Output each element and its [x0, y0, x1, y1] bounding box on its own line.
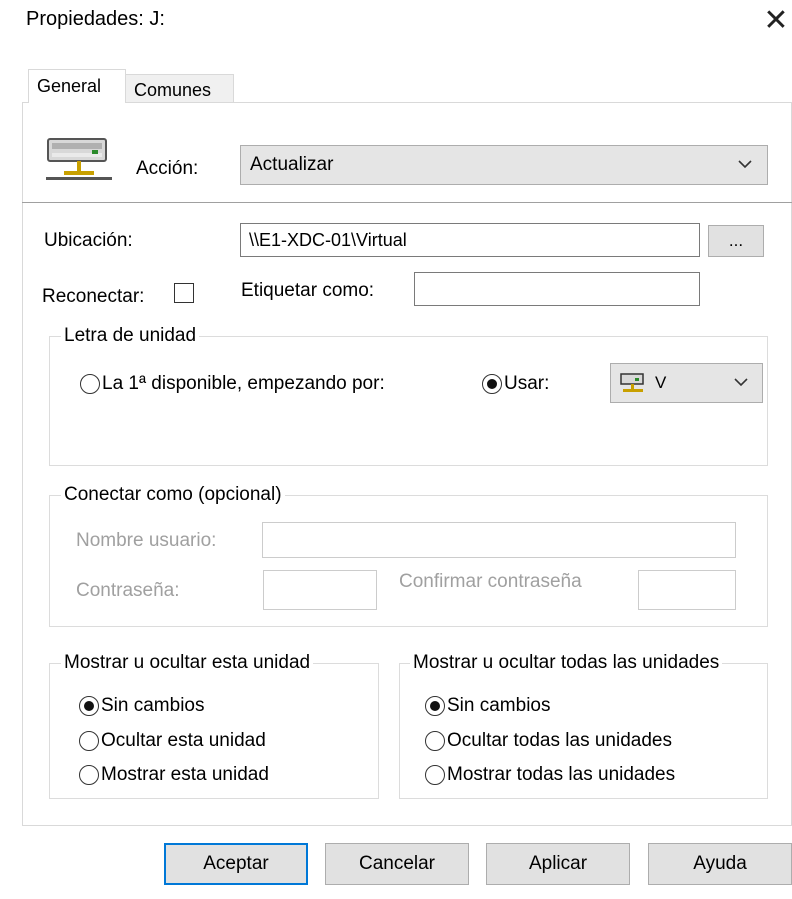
etiquetar-input[interactable]: [414, 272, 700, 306]
network-drive-icon: [44, 135, 114, 183]
mostrar-todas-radio-sin-cambios[interactable]: [425, 696, 445, 716]
usuario-input[interactable]: [262, 522, 736, 558]
tab-general[interactable]: General: [28, 69, 126, 103]
etiquetar-label: Etiquetar como:: [241, 280, 375, 301]
browse-button[interactable]: ...: [708, 225, 764, 257]
mostrar-unidad-radio-ocultar[interactable]: [79, 731, 99, 751]
password-input[interactable]: [263, 570, 377, 610]
mostrar-todas-radio-ocultar[interactable]: [425, 731, 445, 751]
mostrar-todas-option-label: Mostrar todas las unidades: [447, 764, 676, 785]
reconectar-checkbox[interactable]: [174, 283, 194, 303]
drive-icon: [619, 372, 647, 400]
letra-usar-radio[interactable]: [482, 374, 502, 394]
letra-first-available-radio[interactable]: [80, 374, 100, 394]
accion-label: Acción:: [136, 158, 199, 179]
confirm-input[interactable]: [638, 570, 736, 610]
letra-usar-label: Usar:: [504, 373, 550, 394]
mostrar-todas-radio-mostrar[interactable]: [425, 765, 445, 785]
ubicacion-input[interactable]: \\E1-XDC-01\Virtual: [240, 223, 700, 257]
mostrar-unidad-radio-mostrar[interactable]: [79, 765, 99, 785]
password-label: Contraseña:: [76, 580, 180, 601]
mostrar-unidad-radio-sin-cambios[interactable]: [79, 696, 99, 716]
mostrar-todas-option-label: Ocultar todas las unidades: [447, 730, 672, 751]
ayuda-button[interactable]: Ayuda: [648, 843, 792, 885]
usuario-label: Nombre usuario:: [76, 530, 217, 551]
chevron-down-icon: [733, 372, 749, 398]
aceptar-button[interactable]: Aceptar: [164, 843, 308, 885]
mostrar-unidad-option-label: Sin cambios: [101, 695, 205, 716]
cancelar-button[interactable]: Cancelar: [325, 843, 469, 885]
accion-value: Actualizar: [250, 154, 334, 175]
ubicacion-label: Ubicación:: [44, 230, 133, 251]
mostrar-todas-legend: Mostrar u ocultar todas las unidades: [410, 652, 723, 674]
separator: [22, 202, 792, 203]
drive-letter-select[interactable]: V: [610, 363, 763, 403]
drive-letter-value: V: [655, 373, 667, 392]
mostrar-unidad-legend: Mostrar u ocultar esta unidad: [61, 652, 314, 674]
aplicar-button[interactable]: Aplicar: [486, 843, 630, 885]
tab-comunes[interactable]: Comunes: [126, 74, 234, 104]
close-button[interactable]: ✕: [760, 0, 792, 42]
chevron-down-icon: [737, 154, 753, 180]
mostrar-unidad-option-label: Mostrar esta unidad: [101, 764, 269, 785]
letra-first-available-label: La 1ª disponible, empezando por:: [102, 373, 385, 394]
accion-select[interactable]: Actualizar: [240, 145, 768, 185]
mostrar-unidad-option-label: Ocultar esta unidad: [101, 730, 266, 751]
window-title: Propiedades: J:: [26, 8, 165, 30]
reconectar-label: Reconectar:: [42, 286, 145, 307]
letra-legend: Letra de unidad: [61, 325, 200, 347]
confirm-label: Confirmar contraseña: [399, 571, 582, 592]
mostrar-todas-option-label: Sin cambios: [447, 695, 551, 716]
conectar-legend: Conectar como (opcional): [61, 484, 285, 506]
